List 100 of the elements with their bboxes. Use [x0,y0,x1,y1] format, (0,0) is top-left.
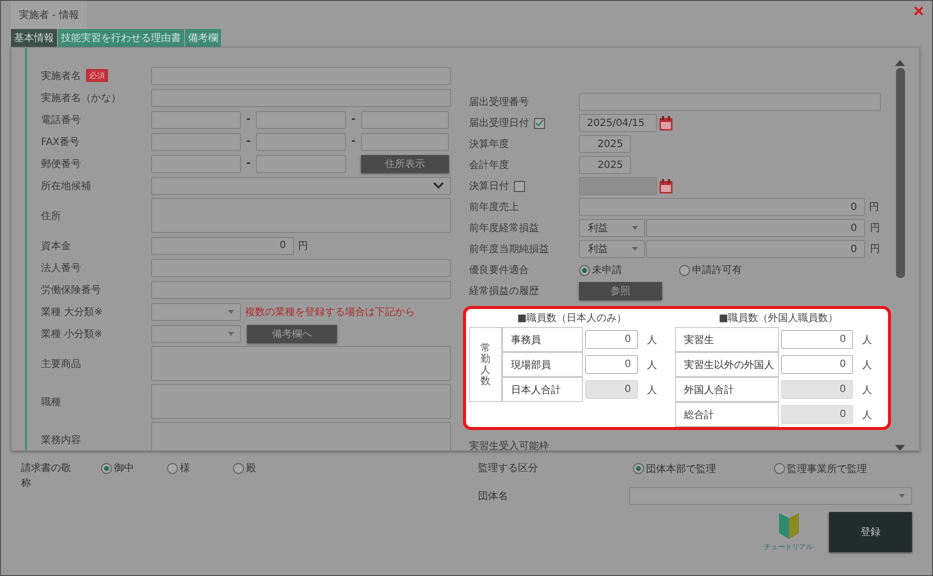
count-field[interactable]: 0 [781,330,853,349]
separator-text: - [245,136,252,147]
checkbox[interactable] [534,118,545,128]
select-field[interactable] [151,176,451,194]
field-label: 決算年度 [469,138,509,151]
table-cell: 実習生 [675,327,779,352]
text-field[interactable] [579,93,881,111]
field-label: 優良要件適合 [469,264,529,277]
amount-field[interactable]: 0 [579,198,865,216]
text-area[interactable] [151,384,451,419]
separator-text: - [245,158,252,169]
radio-button[interactable] [167,462,178,474]
table-cell: 事務員 [502,327,583,352]
table-cell: 現場部員 [502,352,583,377]
radio-button[interactable] [679,264,690,276]
calendar-icon[interactable] [659,178,673,194]
chevron-down-icon [433,182,444,189]
text-field[interactable] [151,66,451,84]
text-field[interactable] [151,280,451,298]
scroll-down-icon[interactable] [895,445,905,450]
unit-text: 人 [861,408,872,422]
field-label: 前年度経常損益 [469,222,539,235]
beginner-leaf-icon[interactable] [778,513,800,539]
select-field[interactable] [151,324,241,342]
radio-button[interactable] [774,463,785,474]
field-label: 前年度売上 [469,200,519,214]
select-field[interactable] [629,487,912,505]
field-label: 届出受理日付 [469,116,529,130]
year-field[interactable]: 2025 [579,156,631,174]
dropdown-caret-icon [228,310,234,314]
field-label: 会計年度 [469,158,509,172]
history-button[interactable]: 参照 [579,282,662,300]
text-field[interactable] [361,132,449,150]
separator-text: - [350,136,357,147]
address-lookup-button[interactable]: 住所表示 [361,154,449,172]
text-field[interactable] [151,132,241,150]
register-button[interactable]: 登録 [829,512,912,552]
radio-button[interactable] [633,463,644,474]
tab[interactable]: 技能実習を行わせる理由書 [58,29,184,47]
amount-field[interactable]: 0 [151,236,294,254]
amount-field[interactable]: 0 [646,240,865,258]
select-field[interactable]: 利益 [579,219,645,237]
radio-button[interactable] [101,462,112,474]
separator-text: - [350,114,357,125]
text-field[interactable] [151,88,451,106]
radio-label: 団体本部で監理 [646,462,716,476]
scrollbar-thumb[interactable] [896,68,904,278]
count-field[interactable]: 0 [781,355,853,374]
count-field[interactable]: 0 [585,330,638,349]
text-field[interactable] [361,110,449,128]
field-label: 郵便番号 [41,158,81,170]
tab[interactable]: 備考欄 [185,29,221,47]
table-cell: 外国人合計 [675,377,779,402]
count-field[interactable]: 0 [585,355,638,374]
radio-button[interactable] [579,264,590,276]
field-label: 電話番号 [41,114,81,126]
text-field[interactable] [151,154,241,172]
text-area[interactable] [151,346,451,381]
radio-button[interactable] [233,462,244,474]
unit-text: 円 [297,240,308,252]
unit-text: 円 [868,201,879,214]
text-field[interactable] [151,258,451,276]
text-field[interactable] [256,132,346,150]
unit-text: 人 [861,384,872,396]
dropdown-caret-icon [899,494,905,498]
field-label: 監理する区分 [478,462,539,476]
field-label: 住所 [41,210,61,222]
required-badge: 必須 [86,69,108,82]
section-heading: ■職員数（日本人のみ） [516,312,628,326]
radio-label: 殿 [246,462,256,475]
scroll-up-icon[interactable] [895,60,905,66]
calendar-icon[interactable] [659,116,673,130]
field-label: 団体名 [478,490,509,504]
checkbox[interactable] [514,180,525,192]
unit-text: 人 [861,358,872,372]
select-field[interactable] [151,302,241,320]
radio-label: 申請許可有 [692,264,742,277]
field-label: 前年度当期純損益 [469,242,549,256]
count-field[interactable]: 0 [781,405,853,424]
text-field[interactable] [256,110,346,128]
count-field[interactable]: 0 [585,380,638,399]
unit-text: 円 [869,243,880,256]
unit-text: 人 [861,334,872,346]
field-label: 実施者名（かな） [41,92,121,104]
text-area[interactable] [151,422,451,450]
text-field[interactable] [151,110,241,128]
unit-text: 人 [646,384,657,396]
count-field[interactable]: 0 [781,380,853,399]
year-field[interactable]: 2025 [579,135,631,153]
text-field[interactable] [256,154,346,172]
field-label: 法人番号 [41,262,81,274]
tab[interactable]: 基本情報 [11,29,57,47]
select-field[interactable]: 利益 [579,240,645,258]
window-title: 実施者 - 情報 [11,1,87,29]
remarks-button[interactable]: 備考欄へ [247,324,337,342]
dropdown-caret-icon [228,332,234,336]
amount-field[interactable]: 0 [646,219,865,237]
date-field[interactable]: 2025/04/15 [579,114,657,132]
field-label: 業種 小分類※ [41,328,103,340]
text-area[interactable] [151,198,451,233]
